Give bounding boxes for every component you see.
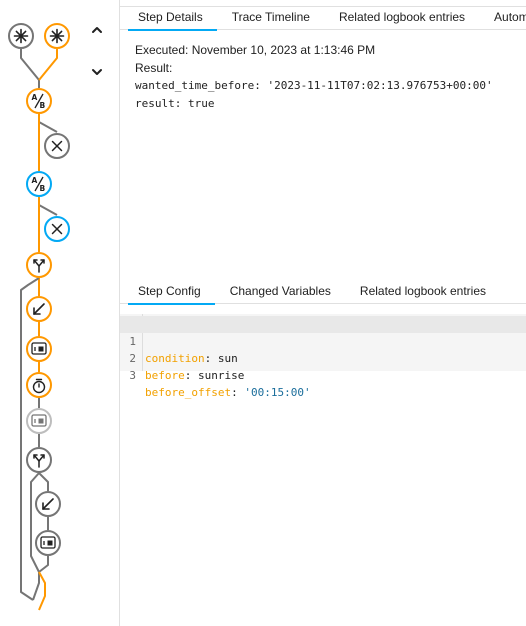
- config-tabs: Step Config Changed Variables Related lo…: [120, 281, 526, 305]
- condition-1-fail-node[interactable]: [44, 133, 70, 159]
- choose-node-1[interactable]: [26, 252, 52, 278]
- svg-text:B: B: [40, 184, 46, 193]
- trigger-node-2[interactable]: [44, 23, 70, 49]
- action-node-5[interactable]: [35, 491, 61, 517]
- chevron-down-icon: [92, 69, 102, 75]
- tab-related-logbook[interactable]: Related logbook entries: [339, 7, 465, 29]
- code-line: 1 condition: sun: [120, 316, 526, 365]
- config-code-editor[interactable]: 1 condition: sun 2 before: sunrise 3 bef…: [120, 314, 526, 399]
- tab-step-config[interactable]: Step Config: [128, 281, 215, 305]
- yaml-separator: :: [184, 369, 198, 382]
- yaml-value: sunrise: [198, 369, 245, 382]
- choose-node-2[interactable]: [26, 447, 52, 473]
- tab-automation-config[interactable]: Autom: [494, 7, 526, 29]
- tab-trace-timeline[interactable]: Trace Timeline: [232, 7, 310, 29]
- svg-text:B: B: [40, 101, 46, 110]
- code-line: 3 before_offset: '00:15:00': [120, 350, 526, 399]
- tab-related-logbook-config[interactable]: Related logbook entries: [360, 281, 486, 303]
- action-node-4[interactable]: [26, 408, 52, 434]
- graph-connectors: [20, 49, 58, 611]
- action-node-1[interactable]: [26, 296, 52, 322]
- condition-node-2[interactable]: AB: [26, 171, 52, 197]
- executed-text: Executed: November 10, 2023 at 1:13:46 P…: [135, 43, 376, 57]
- tab-changed-variables[interactable]: Changed Variables: [230, 281, 331, 303]
- svg-text:A: A: [32, 176, 38, 185]
- action-node-3[interactable]: [26, 372, 52, 398]
- chevron-up-icon: [92, 27, 102, 33]
- yaml-value: '00:15:00': [244, 386, 311, 399]
- trigger-node-1[interactable]: [8, 23, 34, 49]
- yaml-separator: :: [231, 386, 245, 399]
- asterisk-icon: [13, 28, 29, 44]
- step-details-content: Executed: November 10, 2023 at 1:13:46 P…: [135, 41, 493, 113]
- result-line-wanted-time: wanted_time_before: '2023-11-11T07:02:13…: [135, 79, 493, 92]
- line-number: 3: [129, 369, 136, 382]
- next-step-button[interactable]: [84, 59, 110, 85]
- yaml-key: before_offset: [145, 386, 232, 399]
- trace-graph: AB AB: [8, 23, 70, 611]
- action-node-2[interactable]: [26, 336, 52, 362]
- result-label: Result:: [135, 61, 173, 75]
- condition-2-fail-node[interactable]: [44, 216, 70, 242]
- previous-step-button[interactable]: [84, 17, 110, 43]
- condition-node-1[interactable]: AB: [26, 88, 52, 114]
- detail-tabs: Step Details Trace Timeline Related logb…: [120, 6, 526, 31]
- asterisk-icon: [49, 28, 65, 44]
- code-line: 2 before: sunrise: [120, 333, 526, 382]
- result-line-result: result: true: [135, 97, 215, 110]
- trace-detail-panel: Step Details Trace Timeline Related logb…: [120, 0, 526, 626]
- action-node-6[interactable]: [35, 530, 61, 556]
- svg-text:A: A: [32, 93, 38, 102]
- tab-step-details[interactable]: Step Details: [128, 7, 217, 31]
